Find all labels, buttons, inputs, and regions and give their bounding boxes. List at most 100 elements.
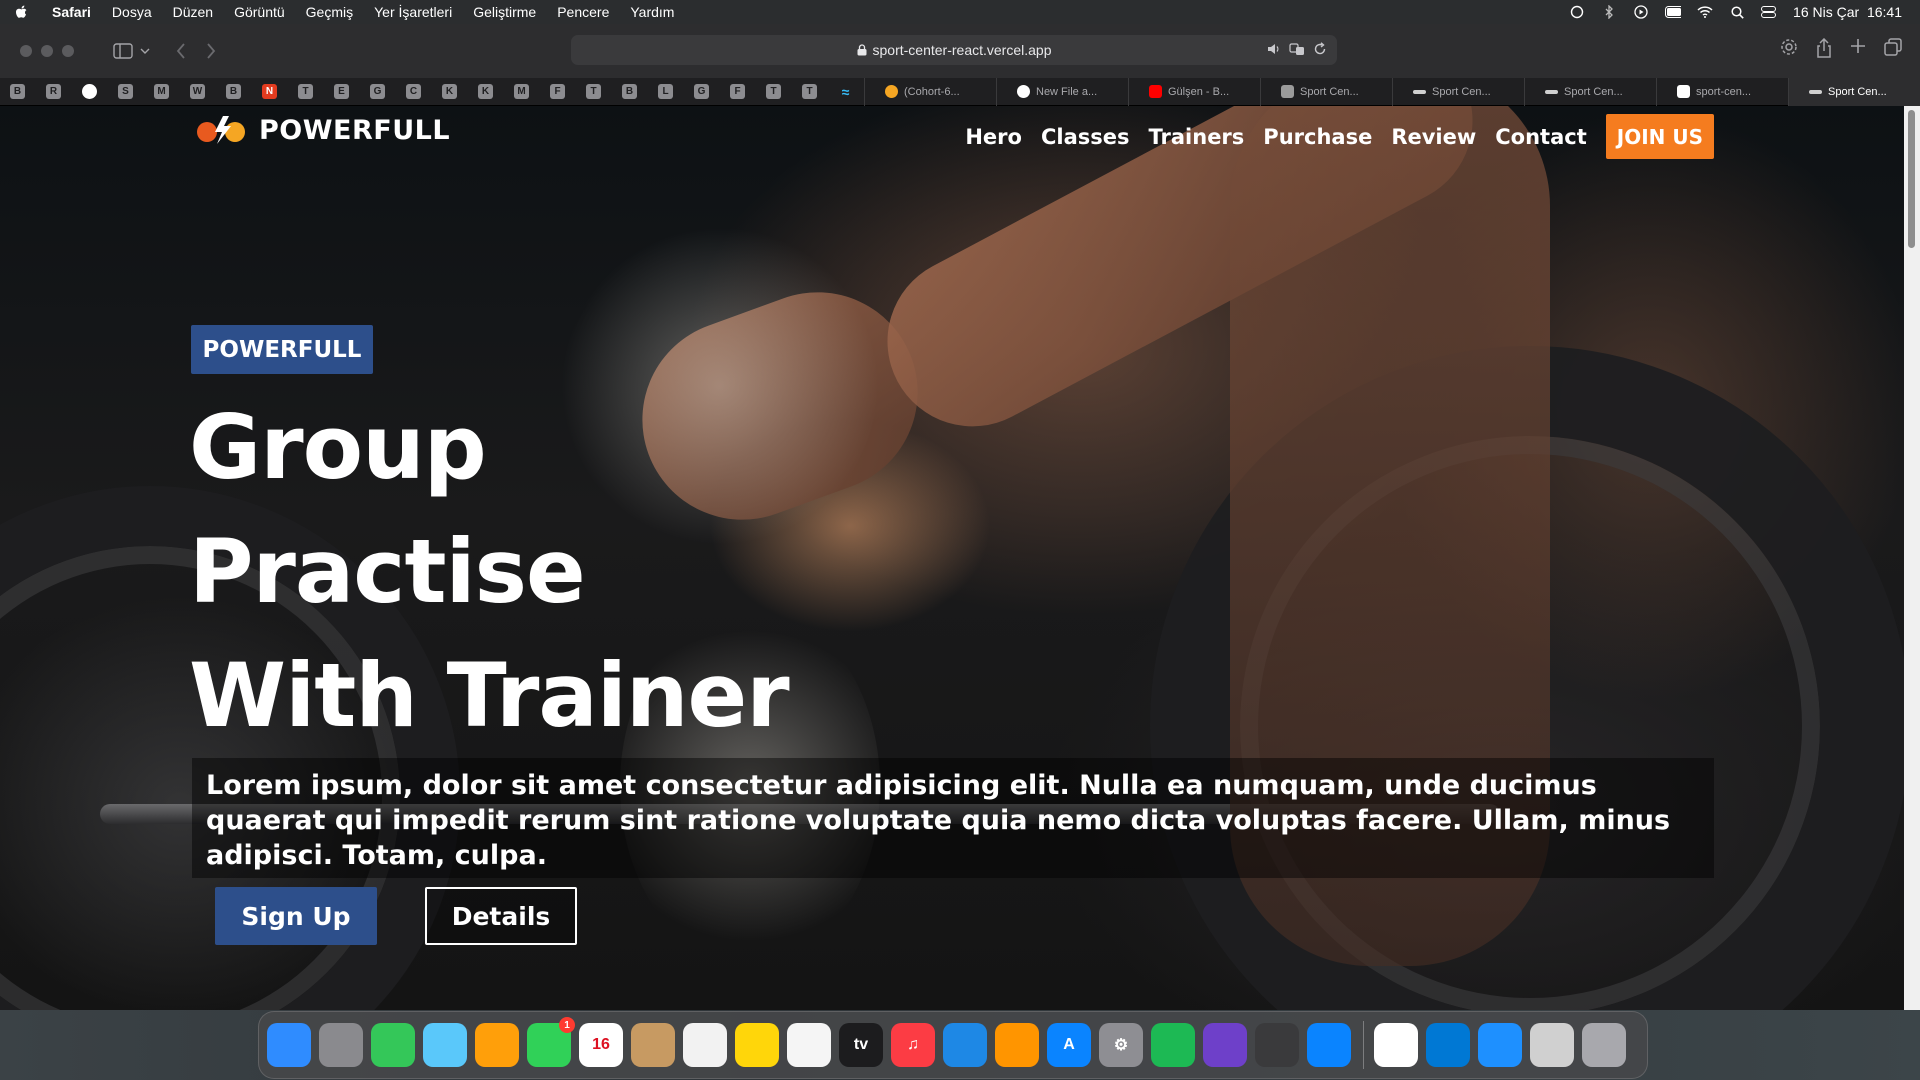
tab-sport-center-4[interactable]: sport-cen... bbox=[1656, 77, 1788, 106]
xcode-icon[interactable] bbox=[1478, 1023, 1522, 1067]
gear-icon[interactable] bbox=[1780, 38, 1798, 62]
search-icon[interactable] bbox=[1729, 5, 1745, 19]
close-window-button[interactable] bbox=[20, 45, 32, 57]
bluetooth-icon[interactable] bbox=[1601, 5, 1617, 19]
speaker-icon[interactable] bbox=[1267, 42, 1281, 59]
reload-icon[interactable] bbox=[1313, 42, 1327, 59]
sidebar-toggle-icon[interactable] bbox=[112, 40, 134, 62]
nav-link-purchase[interactable]: Purchase bbox=[1263, 125, 1372, 149]
join-us-button[interactable]: JOIN US bbox=[1605, 114, 1714, 159]
back-icon[interactable] bbox=[170, 40, 192, 62]
favorite-tab-m2[interactable]: M bbox=[514, 84, 529, 99]
menu-window[interactable]: Pencere bbox=[557, 4, 609, 20]
chatgpt-icon[interactable] bbox=[1255, 1023, 1299, 1067]
url-text[interactable]: sport-center-react.vercel.app bbox=[873, 42, 1052, 58]
tailwind-icon[interactable]: ≈ bbox=[838, 84, 853, 100]
nav-link-trainers[interactable]: Trainers bbox=[1149, 125, 1245, 149]
nav-link-review[interactable]: Review bbox=[1391, 125, 1476, 149]
wifi-icon[interactable] bbox=[1697, 5, 1713, 19]
music-icon[interactable]: ♫ bbox=[891, 1023, 935, 1067]
contacts-icon[interactable] bbox=[631, 1023, 675, 1067]
menu-bookmarks[interactable]: Yer İşaretleri bbox=[374, 4, 452, 20]
sign-up-button[interactable]: Sign Up bbox=[215, 887, 377, 945]
details-button[interactable]: Details bbox=[425, 887, 577, 945]
appletv-icon[interactable]: tv bbox=[839, 1023, 883, 1067]
favorite-tab-e[interactable]: E bbox=[334, 84, 349, 99]
favorite-tab-b3[interactable]: B bbox=[622, 84, 637, 99]
menu-view[interactable]: Görüntü bbox=[234, 4, 285, 20]
reminders-icon[interactable] bbox=[683, 1023, 727, 1067]
nav-link-contact[interactable]: Contact bbox=[1495, 125, 1587, 149]
favorite-tab-n[interactable]: N bbox=[262, 84, 277, 99]
play-icon[interactable] bbox=[1633, 5, 1649, 19]
favorite-tab-c[interactable]: C bbox=[406, 84, 421, 99]
favorite-tab-t[interactable]: T bbox=[298, 84, 313, 99]
launchpad-icon[interactable] bbox=[319, 1023, 363, 1067]
github-icon[interactable] bbox=[82, 84, 97, 99]
system-settings-icon[interactable]: ⚙ bbox=[1099, 1023, 1143, 1067]
favorite-tab-f[interactable]: F bbox=[550, 84, 565, 99]
pages-icon[interactable] bbox=[995, 1023, 1039, 1067]
favorite-tab-s[interactable]: S bbox=[118, 84, 133, 99]
site-logo[interactable]: POWERFULL bbox=[193, 112, 450, 148]
favorite-tab-w[interactable]: W bbox=[190, 84, 205, 99]
tab-gulsen[interactable]: Gülşen - B... bbox=[1128, 77, 1260, 106]
favorite-tab-k[interactable]: K bbox=[442, 84, 457, 99]
favorite-tab-t3[interactable]: T bbox=[766, 84, 781, 99]
favorite-tab-l[interactable]: L bbox=[658, 84, 673, 99]
favorite-tab-m[interactable]: M bbox=[154, 84, 169, 99]
favorite-tab-b[interactable]: B bbox=[10, 84, 25, 99]
vscode-icon[interactable] bbox=[1426, 1023, 1470, 1067]
menu-history[interactable]: Geçmiş bbox=[306, 4, 353, 20]
tab-overview-icon[interactable] bbox=[1884, 38, 1902, 62]
menu-develop[interactable]: Geliştirme bbox=[473, 4, 536, 20]
notes-icon[interactable] bbox=[735, 1023, 779, 1067]
apple-icon[interactable] bbox=[14, 4, 30, 20]
menu-file[interactable]: Dosya bbox=[112, 4, 152, 20]
favorite-tab-g[interactable]: G bbox=[370, 84, 385, 99]
chrome-icon[interactable] bbox=[1374, 1023, 1418, 1067]
tab-sport-center-1[interactable]: Sport Cen... bbox=[1260, 77, 1392, 106]
favorite-tab-t4[interactable]: T bbox=[802, 84, 817, 99]
favorite-tab-k2[interactable]: K bbox=[478, 84, 493, 99]
scrollbar-thumb[interactable] bbox=[1908, 110, 1915, 248]
tab-sport-center-2[interactable]: Sport Cen... bbox=[1392, 77, 1524, 106]
openai-icon[interactable] bbox=[1569, 5, 1585, 19]
favorite-tab-r[interactable]: R bbox=[46, 84, 61, 99]
tab-new-file[interactable]: New File a... bbox=[996, 77, 1128, 106]
finder-icon[interactable] bbox=[267, 1023, 311, 1067]
zoom-window-button[interactable] bbox=[62, 45, 74, 57]
calendar-icon[interactable]: 16 bbox=[579, 1023, 623, 1067]
menu-edit[interactable]: Düzen bbox=[173, 4, 213, 20]
freeform-icon[interactable] bbox=[787, 1023, 831, 1067]
trash-icon[interactable] bbox=[1582, 1023, 1626, 1067]
facetime-icon[interactable]: 1 bbox=[527, 1017, 575, 1067]
control-center-icon[interactable] bbox=[1761, 5, 1777, 19]
battery-icon[interactable] bbox=[1665, 5, 1682, 19]
favorite-tab-t2[interactable]: T bbox=[586, 84, 601, 99]
safari-icon[interactable] bbox=[1307, 1023, 1351, 1067]
menubar-clock[interactable]: 16 Nis Çar 16:41 bbox=[1793, 4, 1902, 20]
favorite-tab-b2[interactable]: B bbox=[226, 84, 241, 99]
menu-help[interactable]: Yardım bbox=[630, 4, 674, 20]
menu-app-safari[interactable]: Safari bbox=[52, 4, 91, 20]
spotify-icon[interactable] bbox=[1151, 1023, 1195, 1067]
tab-cohort[interactable]: (Cohort-6... bbox=[864, 77, 996, 106]
photos-icon[interactable] bbox=[475, 1023, 519, 1067]
favorite-tab-f2[interactable]: F bbox=[730, 84, 745, 99]
keynote-icon[interactable] bbox=[943, 1023, 987, 1067]
translate-icon[interactable] bbox=[1289, 42, 1305, 59]
tab-sport-center-active[interactable]: Sport Cen... bbox=[1788, 77, 1920, 106]
address-bar[interactable]: sport-center-react.vercel.app bbox=[571, 35, 1337, 65]
chevron-down-icon[interactable] bbox=[134, 40, 156, 62]
minimize-window-button[interactable] bbox=[41, 45, 53, 57]
nav-link-hero[interactable]: Hero bbox=[965, 125, 1022, 149]
share-icon[interactable] bbox=[1816, 37, 1832, 62]
github-desktop-icon[interactable] bbox=[1203, 1023, 1247, 1067]
nav-link-classes[interactable]: Classes bbox=[1041, 125, 1130, 149]
maps-icon[interactable] bbox=[423, 1023, 467, 1067]
new-tab-icon[interactable] bbox=[1850, 38, 1866, 62]
preview-icon[interactable] bbox=[1530, 1023, 1574, 1067]
messages-icon[interactable] bbox=[371, 1023, 415, 1067]
favorite-tab-g2[interactable]: G bbox=[694, 84, 709, 99]
